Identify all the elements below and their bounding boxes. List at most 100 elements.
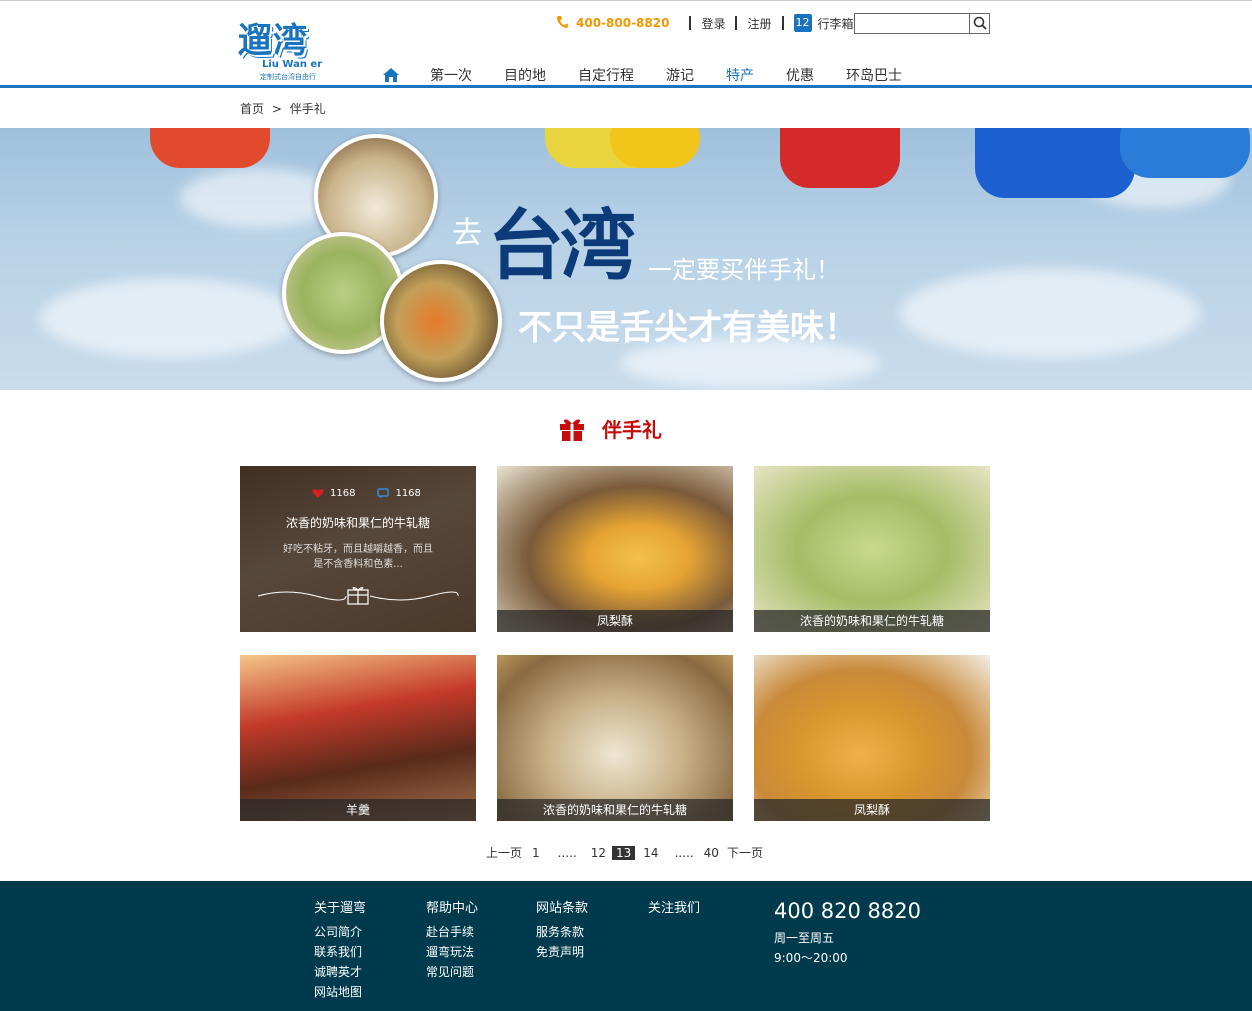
phone-icon bbox=[556, 15, 570, 31]
blue-star-figure bbox=[1120, 128, 1250, 178]
footer-link[interactable]: 服务条款 bbox=[536, 922, 588, 942]
product-image bbox=[240, 655, 476, 821]
footer-link[interactable]: 联系我们 bbox=[314, 942, 366, 962]
gift-ornament-icon bbox=[257, 587, 459, 605]
luggage-icon[interactable]: 12 bbox=[793, 14, 812, 32]
product-image bbox=[497, 655, 733, 821]
page-link[interactable]: 1 bbox=[532, 846, 540, 860]
home-icon[interactable] bbox=[382, 66, 400, 84]
product-card[interactable]: 浓香的奶味和果仁的牛轧糖 bbox=[754, 466, 990, 632]
product-title: 浓香的奶味和果仁的牛轧糖 bbox=[285, 516, 430, 530]
search-box bbox=[854, 13, 990, 34]
gift-icon bbox=[560, 419, 584, 441]
current-page: 13 bbox=[612, 845, 636, 860]
hero-banner: 去 台湾 一定要买伴手礼！ 不只是舌尖才有美味！ bbox=[0, 128, 1252, 390]
divider bbox=[689, 16, 692, 30]
product-label: 羊羹 bbox=[240, 799, 476, 821]
product-stats: 1168 1168 bbox=[312, 488, 443, 499]
pagination: 上一页 1 ..... 12 13 14 ..... 40 下一页 bbox=[486, 844, 773, 861]
search-input[interactable] bbox=[855, 14, 969, 33]
page-link[interactable]: 40 bbox=[704, 846, 719, 860]
nav-item-first-time[interactable]: 第一次 bbox=[430, 65, 472, 85]
red-star-figure bbox=[150, 128, 270, 168]
next-page-link[interactable]: 下一页 bbox=[727, 844, 763, 861]
logo-slogan: 定制式台湾自由行 bbox=[260, 73, 316, 81]
footer-link[interactable]: 赴台手续 bbox=[426, 922, 478, 942]
footer-link[interactable]: 常见问题 bbox=[426, 962, 478, 982]
footer-heading[interactable]: 网站条款 bbox=[536, 897, 588, 916]
product-card[interactable]: 羊羹 bbox=[240, 655, 476, 821]
page-ellipsis: ..... bbox=[557, 845, 577, 860]
product-image bbox=[754, 466, 990, 632]
red-star-figure bbox=[780, 128, 900, 188]
product-image bbox=[497, 466, 733, 632]
page-link[interactable]: 14 bbox=[643, 846, 658, 860]
hotline-number: 400-800-8820 bbox=[576, 16, 670, 30]
footer-phone: 400 820 8820 bbox=[774, 899, 921, 923]
login-link[interactable]: 登录 bbox=[701, 15, 725, 32]
footer-link[interactable]: 诚聘英才 bbox=[314, 962, 366, 982]
search-button[interactable] bbox=[969, 14, 989, 33]
nav-item-destination[interactable]: 目的地 bbox=[504, 65, 546, 85]
banner-subheadline: 不只是舌尖才有美味！ bbox=[518, 308, 858, 348]
luggage-link[interactable]: 行李箱 bbox=[818, 15, 854, 32]
like-stat[interactable]: 1168 bbox=[312, 488, 355, 499]
main-nav: 第一次 目的地 自定行程 游记 特产 优惠 环岛巴士 bbox=[382, 65, 934, 85]
footer-link[interactable]: 网站地图 bbox=[314, 982, 366, 1002]
comment-icon bbox=[377, 488, 390, 499]
nav-item-island-bus[interactable]: 环岛巴士 bbox=[846, 65, 902, 85]
footer-link[interactable]: 公司简介 bbox=[314, 922, 366, 942]
logo[interactable]: 遛湾 Liu Wan er 定制式台湾自由行 bbox=[238, 13, 344, 85]
footer-heading[interactable]: 帮助中心 bbox=[426, 897, 478, 916]
nav-underline bbox=[0, 85, 1252, 88]
product-description: 好吃不粘牙，而且越嚼越香，而且是不含香料和色素... bbox=[283, 544, 433, 570]
breadcrumb-current: 伴手礼 bbox=[289, 102, 326, 116]
logo-english: Liu Wan er bbox=[262, 59, 323, 70]
pastry-photo-circle bbox=[380, 260, 502, 382]
footer-link[interactable]: 遛弯玩法 bbox=[426, 942, 478, 962]
breadcrumb: 首页 > 伴手礼 bbox=[240, 100, 330, 117]
product-card[interactable]: 浓香的奶味和果仁的牛轧糖 bbox=[497, 655, 733, 821]
product-hover-overlay: 1168 1168 浓香的奶味和果仁的牛轧糖 好吃不粘牙，而且越嚼越香，而且是不… bbox=[240, 466, 476, 632]
footer-days: 周一至周五 bbox=[774, 931, 835, 945]
header: 遛湾 Liu Wan er 定制式台湾自由行 400-800-8820 登录 注… bbox=[0, 1, 1252, 85]
nav-item-custom-trip[interactable]: 自定行程 bbox=[578, 65, 634, 85]
nav-item-deals[interactable]: 优惠 bbox=[786, 65, 814, 85]
footer-heading[interactable]: 关于遛弯 bbox=[314, 897, 366, 916]
page: { "header": { "logo_main": "遛湾", "logo_e… bbox=[0, 0, 1252, 1011]
footer-hours: 9:00～20:00 bbox=[774, 951, 848, 965]
page-link[interactable]: 12 bbox=[591, 846, 606, 860]
product-card[interactable]: 凤梨酥 bbox=[754, 655, 990, 821]
product-card[interactable]: 1168 1168 浓香的奶味和果仁的牛轧糖 好吃不粘牙，而且越嚼越香，而且是不… bbox=[240, 466, 476, 632]
comment-stat[interactable]: 1168 bbox=[377, 488, 421, 499]
footer-heading[interactable]: 关注我们 bbox=[648, 897, 700, 916]
breadcrumb-home[interactable]: 首页 bbox=[240, 102, 264, 116]
nav-item-specialty[interactable]: 特产 bbox=[726, 65, 754, 85]
top-bar: 400-800-8820 登录 注册 12 行李箱 bbox=[556, 12, 854, 34]
breadcrumb-separator: > bbox=[271, 102, 282, 116]
nav-item-travelogue[interactable]: 游记 bbox=[666, 65, 694, 85]
page-ellipsis: ..... bbox=[674, 845, 694, 860]
paper-texture bbox=[900, 268, 1200, 358]
product-label: 凤梨酥 bbox=[497, 610, 733, 632]
footer-col-follow: 关注我们 bbox=[648, 897, 700, 922]
footer-link[interactable]: 免责声明 bbox=[536, 942, 588, 962]
product-card[interactable]: 凤梨酥 bbox=[497, 466, 733, 632]
banner-headline: 一定要买伴手礼！ bbox=[648, 256, 840, 284]
product-label: 浓香的奶味和果仁的牛轧糖 bbox=[754, 610, 990, 632]
register-link[interactable]: 注册 bbox=[747, 15, 771, 32]
banner-taiwan: 台湾 bbox=[488, 201, 636, 290]
divider bbox=[781, 16, 784, 30]
prev-page-link[interactable]: 上一页 bbox=[486, 844, 522, 861]
product-label: 凤梨酥 bbox=[754, 799, 990, 821]
footer-col-terms: 网站条款 服务条款 免责声明 bbox=[536, 897, 588, 962]
product-image bbox=[754, 655, 990, 821]
section-title-text: 伴手礼 bbox=[602, 417, 662, 442]
comment-count: 1168 bbox=[395, 488, 421, 499]
product-label: 浓香的奶味和果仁的牛轧糖 bbox=[497, 799, 733, 821]
paper-texture bbox=[40, 278, 300, 358]
blue-star-figure bbox=[975, 128, 1135, 198]
heart-icon bbox=[312, 489, 324, 498]
section-title: 伴手礼 bbox=[558, 412, 662, 444]
divider bbox=[735, 16, 738, 30]
